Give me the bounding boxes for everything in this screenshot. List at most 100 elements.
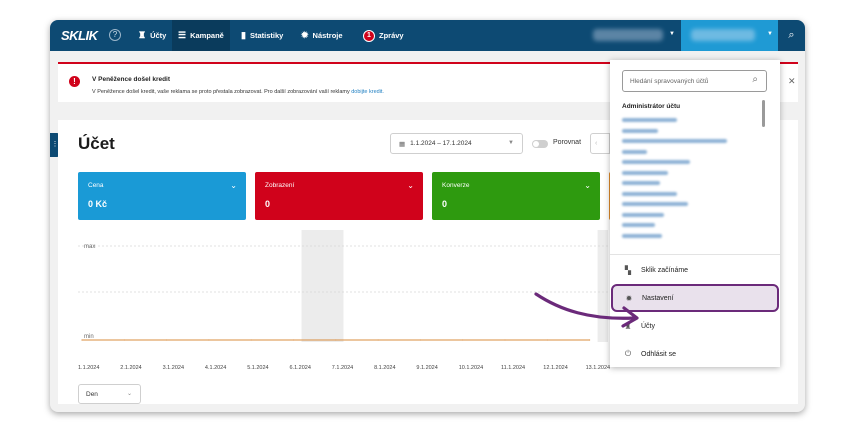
chevron-down-icon[interactable]: ⌄ bbox=[584, 181, 591, 190]
gear-icon: ✹ bbox=[301, 30, 309, 40]
metric-card-conversions[interactable]: Konverze 0 ⌄ bbox=[432, 172, 600, 220]
dashboard-icon: ▚ bbox=[624, 265, 632, 275]
app-window: SKLIK ? ♜ Účty ☰ Kampaně ▮ Statistiky ✹ … bbox=[50, 20, 805, 412]
data-point bbox=[546, 339, 548, 341]
data-point bbox=[462, 339, 464, 341]
metric-value: 0 bbox=[265, 199, 271, 209]
nav-item-label: Zprávy bbox=[379, 31, 404, 40]
nav-item-tools[interactable]: ✹ Nástroje bbox=[295, 20, 349, 51]
account-selector-blurred[interactable] bbox=[593, 29, 663, 41]
nav-item-accounts[interactable]: ♜ Účty bbox=[132, 20, 172, 51]
compare-toggle[interactable] bbox=[532, 140, 548, 148]
data-point bbox=[377, 339, 379, 341]
x-tick-label: 12.1.2024 bbox=[543, 365, 568, 371]
list-item[interactable] bbox=[622, 147, 757, 158]
data-point bbox=[292, 339, 295, 341]
nav-item-label: Nástroje bbox=[312, 31, 343, 40]
x-axis-labels: 1.1.2024 2.1.2024 3.1.2024 4.1.2024 5.1.2024… bbox=[78, 365, 611, 375]
menu-item-label: Sklik začínáme bbox=[641, 266, 689, 274]
list-item[interactable] bbox=[622, 157, 757, 168]
nav-item-label: Statistiky bbox=[249, 31, 284, 40]
data-point bbox=[166, 339, 168, 341]
search-icon: ⌕ bbox=[752, 74, 758, 85]
metric-card-impressions[interactable]: Zobrazení 0 ⌄ bbox=[255, 172, 423, 220]
list-item[interactable] bbox=[622, 199, 757, 210]
compare-label: Porovnat bbox=[553, 139, 582, 146]
date-range-picker[interactable]: ▦ 1.1.2024 – 17.1.2024 ▼ bbox=[390, 133, 523, 154]
user-name-blurred bbox=[691, 29, 755, 41]
y-label-min: min bbox=[84, 334, 94, 340]
user-menu-button[interactable]: ▼ bbox=[681, 20, 778, 51]
menu-item-label: Nastavení bbox=[642, 294, 674, 302]
x-tick-label: 7.1.2024 bbox=[331, 365, 354, 371]
page-title: Účet bbox=[78, 134, 115, 153]
list-item[interactable] bbox=[622, 126, 757, 137]
list-item[interactable] bbox=[622, 231, 757, 242]
menu-item-getting-started[interactable]: ▚ Sklik začínáme bbox=[610, 256, 780, 284]
chevron-down-icon: ▼ bbox=[669, 31, 675, 37]
list-item[interactable] bbox=[622, 115, 757, 126]
top-up-link[interactable]: dobijte kredit. bbox=[351, 89, 384, 95]
metric-value: 0 bbox=[442, 199, 448, 209]
menu-icon: ☰ bbox=[178, 30, 187, 40]
list-item[interactable] bbox=[622, 178, 757, 189]
data-point bbox=[208, 339, 210, 341]
x-tick-label: 3.1.2024 bbox=[162, 365, 185, 371]
nav-item-messages[interactable]: 1 Zprávy bbox=[357, 20, 410, 51]
close-icon[interactable]: ✕ bbox=[788, 76, 796, 87]
x-tick-label: 10.1.2024 bbox=[458, 365, 484, 371]
list-item[interactable] bbox=[622, 220, 757, 231]
x-tick-label: 4.1.2024 bbox=[204, 365, 227, 371]
list-item[interactable] bbox=[622, 168, 757, 179]
menu-item-label: Odhlásit se bbox=[641, 350, 677, 358]
x-tick-label: 8.1.2024 bbox=[374, 365, 396, 371]
list-item[interactable] bbox=[622, 210, 757, 221]
period-select[interactable]: Den ⌄ bbox=[78, 384, 141, 404]
chevron-down-icon: ⌄ bbox=[126, 391, 132, 397]
alert-title: V Peněžence došel kredit bbox=[92, 76, 171, 83]
data-point bbox=[250, 339, 252, 341]
data-point bbox=[589, 339, 591, 341]
managed-accounts-list bbox=[622, 115, 757, 241]
metric-card-cost[interactable]: Cena 0 Kč ⌄ bbox=[78, 172, 246, 220]
metric-label: Cena bbox=[88, 182, 104, 189]
data-point bbox=[123, 339, 125, 341]
x-tick-label: 11.1.2024 bbox=[501, 365, 526, 371]
messages-badge-icon: 1 bbox=[363, 29, 375, 42]
x-tick-label: 5.1.2024 bbox=[247, 365, 269, 371]
metric-label: Konverze bbox=[442, 182, 470, 189]
calendar-icon: ▦ bbox=[399, 140, 406, 148]
x-tick-label: 1.1.2024 bbox=[78, 365, 100, 371]
nav-item-statistics[interactable]: ▮ Statistiky bbox=[235, 20, 289, 51]
nav-item-campaigns[interactable]: ☰ Kampaně bbox=[172, 20, 230, 51]
date-range-value: 1.1.2024 – 17.1.2024 bbox=[410, 140, 472, 147]
data-point bbox=[419, 339, 421, 341]
managed-accounts-search-input[interactable]: Hledání spravovaných účtů ⌕ bbox=[622, 70, 767, 92]
alert-text-body: V Peněžence došel kredit, vaše reklama s… bbox=[92, 89, 350, 95]
prev-period-button[interactable]: ‹ bbox=[590, 133, 610, 154]
chevron-down-icon[interactable]: ⌄ bbox=[230, 181, 237, 190]
x-tick-label: 2.1.2024 bbox=[120, 365, 142, 371]
period-value: Den bbox=[86, 391, 98, 398]
list-item[interactable] bbox=[622, 189, 757, 200]
list-item[interactable] bbox=[622, 136, 757, 147]
search-icon[interactable]: ⌕ bbox=[778, 20, 805, 51]
power-icon: ⏻ bbox=[624, 349, 632, 358]
x-tick-label: 9.1.2024 bbox=[416, 365, 438, 371]
alert-text: V Peněžence došel kredit, vaše reklama s… bbox=[92, 89, 384, 95]
nav-item-label: Kampaně bbox=[190, 31, 224, 40]
y-label-max: max bbox=[84, 244, 95, 250]
annotation-arrow bbox=[534, 292, 639, 328]
scrollbar[interactable] bbox=[762, 100, 765, 127]
x-tick-label: 13.1.2024 bbox=[585, 365, 611, 371]
error-icon: ! bbox=[69, 76, 80, 87]
account-admin-heading: Administrátor účtu bbox=[622, 103, 681, 110]
help-icon[interactable]: ? bbox=[109, 29, 121, 41]
data-point bbox=[81, 339, 83, 341]
x-tick-label: 6.1.2024 bbox=[289, 365, 311, 371]
sklik-logo[interactable]: SKLIK bbox=[61, 28, 98, 43]
weekend-band bbox=[301, 230, 344, 342]
data-point bbox=[335, 339, 337, 341]
menu-item-logout[interactable]: ⏻ Odhlásit se bbox=[610, 340, 780, 368]
chevron-down-icon[interactable]: ⌄ bbox=[407, 181, 414, 190]
